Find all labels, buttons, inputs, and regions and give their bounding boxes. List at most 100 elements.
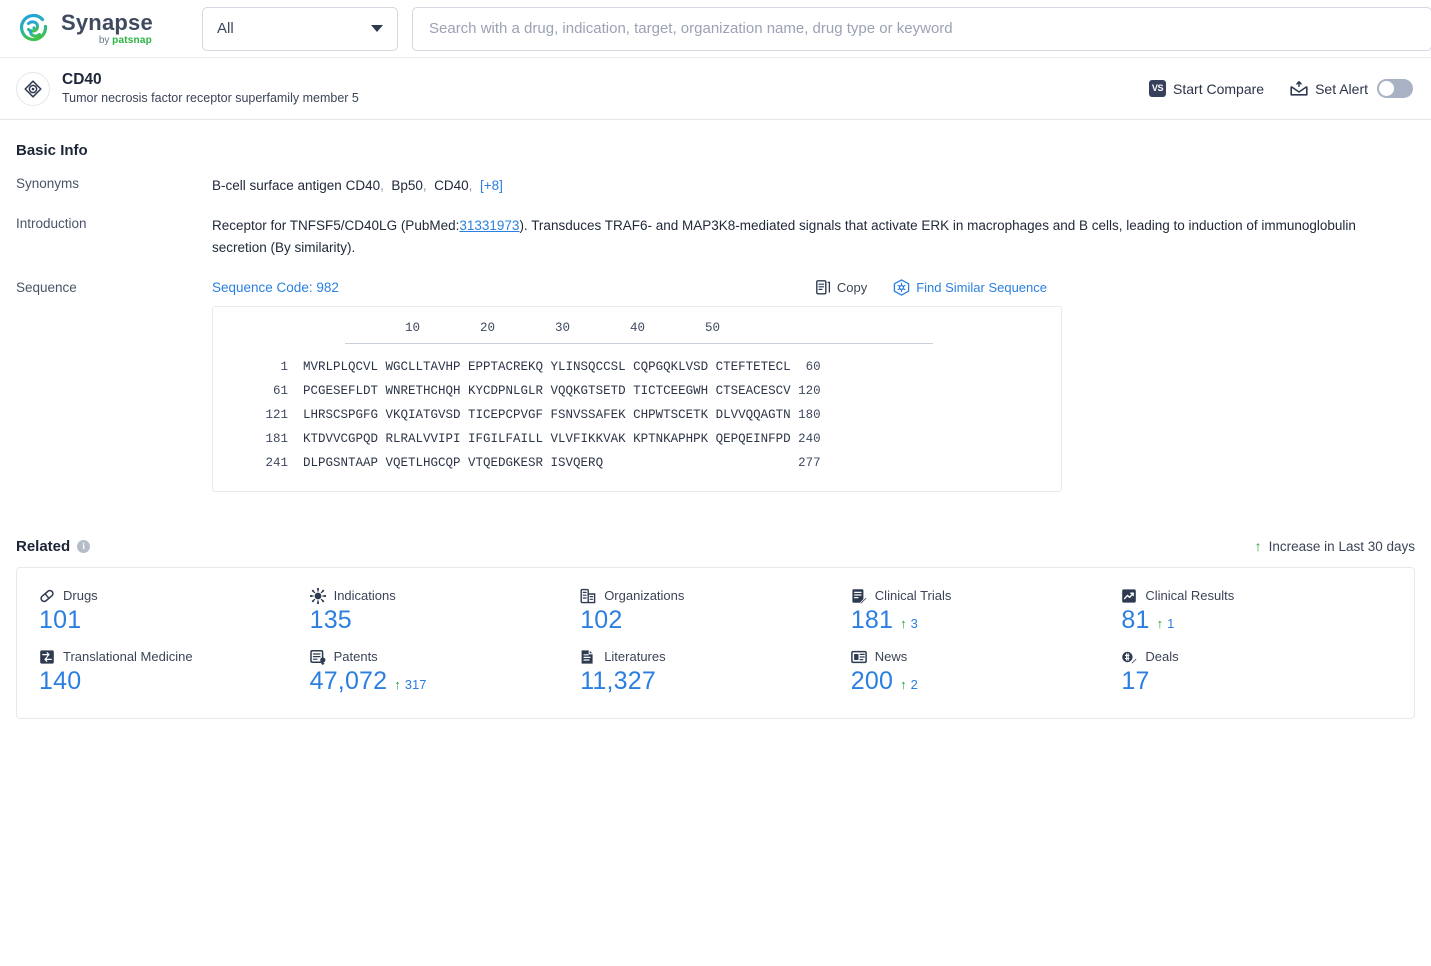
copy-icon [815,279,831,295]
sequence-start-index: 181 [213,431,304,446]
related-stat-label-row: Organizations [580,588,851,604]
related-stat-value[interactable]: 101 [39,606,81,635]
synonym-separator: , [422,178,435,193]
sequence-card: 10 20 30 40 50 1 MVRLPLQCVL WGCLLTAVHP E… [212,305,1062,492]
related-stat-delta: ↑ 317 [394,677,426,692]
entity-description: Tumor necrosis factor receptor superfami… [62,91,359,106]
related-stat-label-row: Deals [1121,649,1392,665]
related-stat-value[interactable]: 200 [851,667,893,696]
related-stats-card: Drugs 101 Indications 135 Organizations 102 Cl… [16,566,1415,719]
start-compare-label: Start Compare [1173,80,1265,97]
find-similar-sequence-button[interactable]: Find Similar Sequence [893,278,1047,296]
related-stat-label: Translational Medicine [63,649,193,665]
related-stat-delta: ↑ 2 [900,677,918,692]
logo-brand: patsnap [112,34,152,46]
sequence-header: Sequence Code: 982 Copy Find Similar Seq… [212,278,1415,296]
introduction-label: Introduction [16,215,87,231]
related-stat-item[interactable]: Clinical Trials 181 ↑ 3 [851,588,1122,635]
related-stat-value-row: 102 [580,606,851,635]
related-stat-item[interactable]: Patents 47,072 ↑ 317 [310,649,581,696]
virus-icon [309,587,326,604]
sequence-code[interactable]: Sequence Code: 982 [212,280,339,295]
translate-icon [39,649,55,665]
sequence-label: Sequence [16,279,77,295]
info-icon[interactable]: i [77,539,91,553]
sequence-rows: 1 MVRLPLQCVL WGCLLTAVHP EPPTACREKQ YLINS… [213,355,1061,475]
start-compare-button[interactable]: VS Start Compare [1149,80,1264,97]
related-stat-value[interactable]: 11,327 [580,667,656,696]
related-stat-label: Clinical Trials [874,588,952,604]
basic-info-heading: Basic Info [16,142,88,159]
literature-icon [580,649,596,665]
related-stat-value-row: 17 [1121,667,1392,696]
search-field-wrapper[interactable] [412,6,1431,51]
synapse-logo-icon [16,11,52,47]
sequence-start-index: 121 [213,407,304,422]
synonyms-label: Synonyms [16,176,80,191]
alert-mail-icon [1290,80,1308,97]
related-stat-label: Literatures [604,649,666,665]
entity-identity: CD40 Tumor necrosis factor receptor supe… [16,70,359,107]
related-stat-value[interactable]: 181 [851,606,893,635]
introduction-value: Receptor for TNFSF5/CD40LG (PubMed:31331… [212,215,1367,259]
set-alert-label: Set Alert [1315,80,1368,97]
related-stat-item[interactable]: Organizations 102 [580,588,851,635]
sequence-actions: Copy Find Similar Sequence [815,278,1415,296]
related-stat-delta: ↑ 3 [900,616,918,631]
sequence-line: 241 DLPGSNTAAP VQETLHGCQP VTQEDGKESR ISV… [213,451,1061,475]
synapse-logo[interactable]: Synapse by patsnap [16,11,186,47]
related-stat-item[interactable]: Clinical Results 81 ↑ 1 [1121,588,1392,635]
set-alert-toggle[interactable] [1377,79,1413,98]
related-stat-item[interactable]: Deals 17 [1121,649,1392,696]
sequence-panel: Sequence Code: 982 Copy Find Similar Seq… [212,278,1415,492]
sequence-start-index: 61 [213,383,304,398]
sequence-row: Sequence Sequence Code: 982 Copy Find Si… [16,278,1415,492]
related-stat-label: Organizations [604,588,685,604]
related-stat-item[interactable]: Drugs 101 [39,588,310,635]
sequence-residues: LHRSCSPGFG VKQIATGVSD TICEPCPVGF FSNVSSA… [303,407,791,422]
sequence-ruler-line [345,342,933,344]
top-bar: Synapse by patsnap All [0,0,1431,58]
related-stat-label: Patents [333,649,378,665]
related-header: Related i ↑ Increase in Last 30 days [16,510,1415,567]
related-stat-value[interactable]: 17 [1121,667,1149,696]
related-stat-value[interactable]: 81 [1121,606,1149,635]
related-stat-value[interactable]: 140 [39,667,81,696]
deal-icon [1121,649,1138,665]
entity-name: CD40 [62,70,102,88]
related-stat-item[interactable]: Translational Medicine 140 [39,649,310,696]
arrow-up-icon: ↑ [900,676,907,692]
related-stat-value-row: 11,327 [580,667,851,696]
vs-icon: VS [1149,80,1167,97]
synonyms-more-link[interactable]: [+8] [480,178,503,193]
synonym-separator: , [468,178,480,193]
related-stat-value-row: 181 ↑ 3 [851,606,1122,635]
search-input[interactable] [427,19,1417,38]
related-stat-value-row: 140 [39,667,310,696]
related-stat-value[interactable]: 102 [580,606,622,635]
related-stat-label-row: Indications [309,587,581,604]
related-stat-item[interactable]: Indications 135 [309,587,581,635]
patent-icon [309,649,326,665]
related-stat-delta-value: 1 [1167,615,1175,631]
target-icon [16,71,50,106]
copy-sequence-button[interactable]: Copy [815,279,867,295]
related-stat-label-row: Clinical Results [1121,588,1392,604]
search-category-select[interactable]: All [202,6,398,51]
sequence-start-index: 1 [213,359,304,374]
related-stat-label-row: News [850,649,1122,665]
related-stat-delta-value: 2 [910,676,918,692]
entity-text: CD40 Tumor necrosis factor receptor supe… [62,70,359,107]
related-stat-item[interactable]: News 200 ↑ 2 [851,649,1122,696]
find-similar-icon [893,278,910,296]
arrow-up-icon: ↑ [1254,538,1262,555]
chevron-down-icon [371,25,383,32]
related-stat-value-row: 81 ↑ 1 [1121,606,1392,635]
synonym-separator: , [380,178,392,193]
related-stat-value[interactable]: 135 [310,606,352,635]
related-stat-item[interactable]: Literatures 11,327 [580,649,851,696]
related-stat-value[interactable]: 47,072 [310,667,388,696]
pubmed-link[interactable]: 31331973 [459,218,519,233]
set-alert-control[interactable]: Set Alert [1290,79,1413,98]
logo-subtitle: by patsnap [61,34,153,46]
